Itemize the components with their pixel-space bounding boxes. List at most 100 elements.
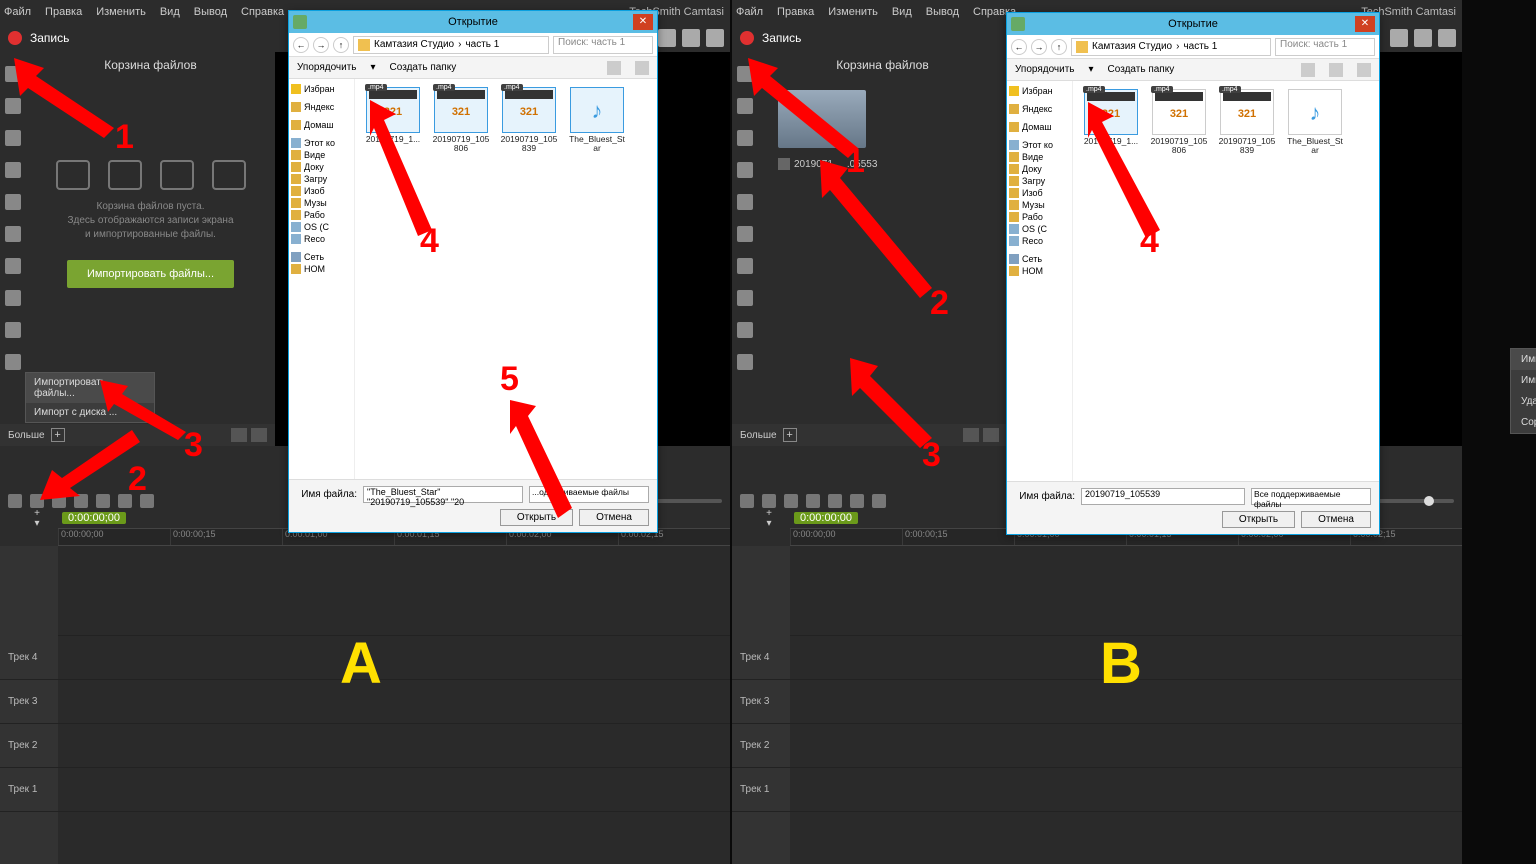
dialog-titlebar[interactable]: Открытие ✕ <box>289 11 657 33</box>
tree-home[interactable]: Домаш <box>304 120 334 130</box>
add-track-button[interactable]: + <box>762 508 776 518</box>
dialog-titlebar[interactable]: Открытие ✕ <box>1007 13 1379 35</box>
list-view-icon[interactable] <box>251 428 267 442</box>
cursor-icon[interactable] <box>5 258 21 274</box>
add-track-button[interactable]: + <box>30 508 44 518</box>
filename-input[interactable]: 20190719_105539 <box>1081 488 1245 505</box>
visual-icon[interactable] <box>5 354 21 370</box>
tree-music[interactable]: Музы <box>304 198 327 208</box>
crop-icon[interactable] <box>682 29 700 47</box>
cancel-button[interactable]: Отмена <box>1301 511 1371 528</box>
track-2-label[interactable]: Трек 2 <box>0 724 58 768</box>
undo-icon[interactable] <box>740 494 754 508</box>
tree-network[interactable]: Сеть <box>1022 254 1042 264</box>
new-folder-button[interactable]: Создать папку <box>1108 64 1175 75</box>
tracks-area[interactable] <box>58 546 730 864</box>
menu-output[interactable]: Вывод <box>194 6 227 18</box>
tree-docs[interactable]: Доку <box>1022 164 1042 174</box>
up-icon[interactable]: ↑ <box>1051 39 1067 55</box>
crumb-2[interactable]: часть 1 <box>1183 41 1217 52</box>
preview-pane-icon[interactable] <box>1329 63 1343 77</box>
file-item-2[interactable]: .mp432120190719_105806 <box>431 87 491 154</box>
list-view-icon[interactable] <box>983 428 999 442</box>
transitions-icon[interactable] <box>5 162 21 178</box>
tree-computer[interactable]: Этот ко <box>1022 140 1053 150</box>
back-icon[interactable]: ← <box>1011 39 1027 55</box>
import-files-button[interactable]: Импортировать файлы... <box>67 260 234 288</box>
transitions-icon[interactable] <box>737 162 753 178</box>
back-icon[interactable]: ← <box>293 37 309 53</box>
tree-images[interactable]: Изоб <box>1022 188 1043 198</box>
crumb-1[interactable]: Камтазия Студио <box>374 39 454 50</box>
tree-music[interactable]: Музы <box>1022 200 1045 210</box>
behaviors-icon[interactable] <box>737 194 753 210</box>
up-icon[interactable]: ↑ <box>333 37 349 53</box>
crop-icon[interactable] <box>1414 29 1432 47</box>
audio-icon[interactable] <box>5 322 21 338</box>
zoom-handle[interactable] <box>1424 496 1434 506</box>
hand-icon[interactable] <box>658 29 676 47</box>
track-menu-button[interactable]: ▾ <box>762 518 776 528</box>
ctx-import-disk[interactable]: Импорт с диска ... <box>1511 370 1536 391</box>
track-3-label[interactable]: Трек 3 <box>0 680 58 724</box>
split-icon[interactable] <box>850 494 864 508</box>
folder-tree[interactable]: Избран Яндекс Домаш Этот ко Виде Доку За… <box>289 79 355 479</box>
paste-icon[interactable] <box>828 494 842 508</box>
arrange-button[interactable]: Упорядочить <box>297 62 357 73</box>
tree-videos[interactable]: Виде <box>1022 152 1043 162</box>
folder-tree[interactable]: Избран Яндекс Домаш Этот ко Виде Доку За… <box>1007 81 1073 481</box>
track-3-label[interactable]: Трек 3 <box>732 680 790 724</box>
cursor-icon[interactable] <box>737 258 753 274</box>
arrange-button[interactable]: Упорядочить <box>1015 64 1075 75</box>
tree-desktop[interactable]: Рабо <box>304 210 325 220</box>
forward-icon[interactable]: → <box>1031 39 1047 55</box>
breadcrumb[interactable]: Камтазия Студио› часть 1 <box>353 36 549 54</box>
help-icon[interactable] <box>635 61 649 75</box>
open-button[interactable]: Открыть <box>1222 511 1295 528</box>
hand-icon[interactable] <box>1390 29 1408 47</box>
file-item-3[interactable]: .mp432120190719_105839 <box>1217 89 1277 156</box>
tree-videos[interactable]: Виде <box>304 150 325 160</box>
menu-modify[interactable]: Изменить <box>828 6 878 18</box>
file-item-4[interactable]: ♪The_Bluest_Star <box>567 87 627 154</box>
resize-icon[interactable] <box>1438 29 1456 47</box>
menu-edit[interactable]: Правка <box>777 6 814 18</box>
tree-images[interactable]: Изоб <box>304 186 325 196</box>
resize-icon[interactable] <box>706 29 724 47</box>
tree-hom[interactable]: HOM <box>304 264 325 274</box>
filename-input[interactable]: "The_Bluest_Star" "20190719_105539" "20 <box>363 486 523 503</box>
menu-help[interactable]: Справка <box>241 6 284 18</box>
menu-view[interactable]: Вид <box>892 6 912 18</box>
breadcrumb[interactable]: Камтазия Студио› часть 1 <box>1071 38 1271 56</box>
animations-icon[interactable] <box>5 226 21 242</box>
search-input[interactable]: Поиск: часть 1 <box>553 36 653 54</box>
menu-output[interactable]: Вывод <box>926 6 959 18</box>
crumb-1[interactable]: Камтазия Студио <box>1092 41 1172 52</box>
search-input[interactable]: Поиск: часть 1 <box>1275 38 1375 56</box>
view-mode-icon[interactable] <box>1301 63 1315 77</box>
tree-favorites[interactable]: Избран <box>1022 86 1053 96</box>
copy-icon[interactable] <box>806 494 820 508</box>
visual-icon[interactable] <box>737 354 753 370</box>
tree-hom[interactable]: HOM <box>1022 266 1043 276</box>
menu-file[interactable]: Файл <box>736 6 763 18</box>
track-2-label[interactable]: Трек 2 <box>732 724 790 768</box>
view-mode-icon[interactable] <box>607 61 621 75</box>
tree-downloads[interactable]: Загру <box>1022 176 1045 186</box>
track-4-label[interactable]: Трек 4 <box>732 636 790 680</box>
voice-icon[interactable] <box>737 290 753 306</box>
zoom-icon[interactable] <box>872 494 886 508</box>
menu-modify[interactable]: Изменить <box>96 6 146 18</box>
tree-docs[interactable]: Доку <box>304 162 324 172</box>
ctx-delete-unused[interactable]: Удалить неиспольз... файлы <box>1511 391 1536 412</box>
track-1-label[interactable]: Трек 1 <box>732 768 790 812</box>
voice-icon[interactable] <box>5 290 21 306</box>
tree-osc[interactable]: OS (C <box>304 222 329 232</box>
track-4-label[interactable]: Трек 4 <box>0 636 58 680</box>
thumb-view-icon[interactable] <box>231 428 247 442</box>
cancel-button[interactable]: Отмена <box>579 509 649 526</box>
new-folder-button[interactable]: Создать папку <box>390 62 457 73</box>
tree-osc[interactable]: OS (C <box>1022 224 1047 234</box>
tree-reco[interactable]: Reco <box>304 234 325 244</box>
menu-file[interactable]: Файл <box>4 6 31 18</box>
